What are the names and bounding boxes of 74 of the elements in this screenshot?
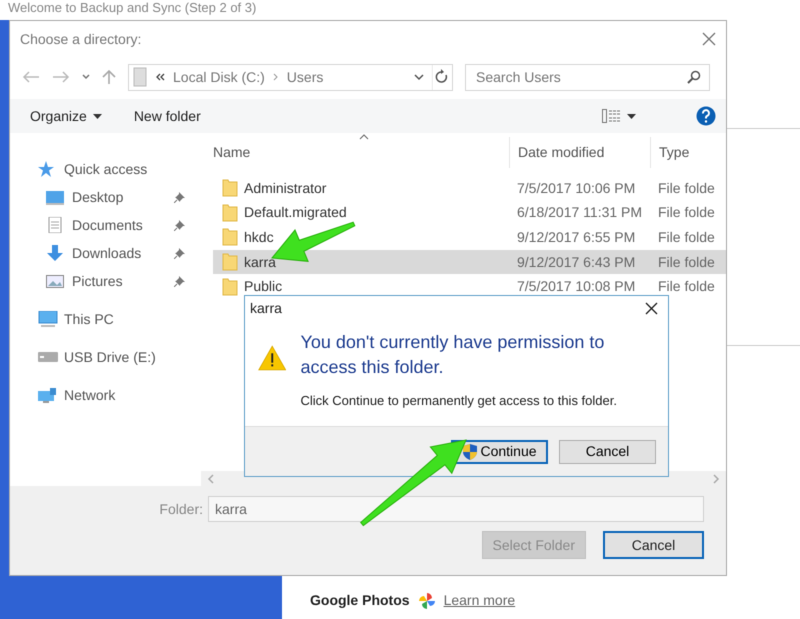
date-cell-text: 9/12/2017 6:55 PM (516, 228, 636, 247)
file-row[interactable]: Administrator 7/5/2017 10:06 PM File folde (213, 176, 726, 201)
organize-menu[interactable]: Organize (30, 106, 102, 126)
folder-icon (222, 278, 238, 296)
nav-item[interactable]: Network (10, 381, 196, 409)
drive-icon (38, 349, 58, 365)
chevron-down-icon[interactable] (414, 74, 424, 80)
file-name: karra (244, 252, 276, 272)
date-cell-text: 6/18/2017 11:31 PM (516, 203, 644, 222)
overflow-chevron-icon[interactable] (155, 73, 165, 81)
field-label: Folder: (159, 500, 203, 518)
file-row[interactable]: Public 7/5/2017 10:08 PM File folde (213, 274, 726, 299)
breadcrumb[interactable]: Local Disk (C:) (173, 66, 265, 88)
picture-icon (46, 273, 66, 289)
dialog-button[interactable]: Cancel (603, 531, 704, 559)
date-cell-text: 7/5/2017 10:08 PM (516, 277, 636, 296)
up-arrow-icon[interactable] (102, 69, 116, 85)
caret-icon (92, 114, 102, 118)
sort-caret-icon (359, 134, 369, 140)
file-name: Public (244, 277, 282, 296)
window-title: Welcome to Backup and Sync (Step 2 of 3) (8, 0, 256, 16)
file-name: hkdc (244, 228, 274, 247)
file-row[interactable]: hkdc 9/12/2017 6:55 PM File folde (213, 225, 726, 250)
permission-message: Click Continue to permanently get access to this folder. (300, 392, 618, 410)
nav-item[interactable]: Desktop (10, 183, 196, 211)
breadcrumb-separator-icon (272, 73, 279, 81)
type-cell-text: File folde (657, 203, 716, 222)
chevron-down-icon[interactable] (82, 74, 90, 80)
dialog-title: karra (250, 298, 282, 318)
permission-heading: You don't currently have permission to access this folder. (300, 331, 606, 379)
search-icon (687, 70, 701, 84)
view-options-icon[interactable] (602, 109, 620, 123)
breadcrumb[interactable]: Users (286, 66, 324, 88)
type-cell-text: File folde (657, 277, 716, 296)
file-name: Administrator (244, 178, 326, 198)
file-row[interactable]: karra 9/12/2017 6:43 PM File folde (213, 250, 726, 274)
nav-item[interactable]: Documents (10, 211, 196, 239)
folder-icon (222, 228, 238, 246)
date-cell-text: 9/12/2017 6:43 PM (516, 252, 636, 272)
monitor-icon (38, 311, 58, 327)
download-arrow-icon (46, 245, 66, 261)
product-name: Google Photos (310, 591, 410, 610)
column-header[interactable]: Type (650, 137, 726, 168)
folder-icon (222, 179, 238, 198)
file-name: Default.migrated (244, 203, 347, 222)
folder-field[interactable]: karra (208, 496, 704, 522)
search-field[interactable]: Search Users (465, 64, 710, 90)
permission-button[interactable]: Continue (451, 440, 548, 464)
help-icon[interactable] (696, 106, 716, 126)
nav-item[interactable]: This PC (10, 305, 196, 333)
close-icon[interactable] (645, 302, 658, 314)
nav-item[interactable]: Downloads (10, 239, 196, 267)
new-folder-button[interactable]: New folder (134, 106, 201, 126)
pinwheel-icon (418, 592, 436, 610)
learn-more-link[interactable]: Learn more (444, 590, 516, 611)
column-header[interactable]: Name (201, 137, 509, 168)
caret-icon[interactable] (627, 114, 636, 118)
permission-button[interactable]: Cancel (559, 440, 656, 464)
shield-icon (462, 442, 478, 460)
dialog-title: Choose a directory: (20, 30, 142, 49)
drive-icon (133, 67, 147, 87)
type-cell-text: File folde (657, 228, 716, 247)
nav-item[interactable]: Pictures (10, 267, 196, 295)
nav-item[interactable]: USB Drive (E:) (10, 343, 196, 371)
nav-item[interactable]: Quick access (10, 155, 196, 183)
date-cell-text: 7/5/2017 10:06 PM (516, 178, 636, 198)
network-icon (38, 387, 58, 403)
type-cell-text: File folde (657, 252, 716, 272)
folder-icon (222, 253, 238, 272)
column-header[interactable]: Date modified (509, 137, 650, 168)
file-row[interactable]: Default.migrated 6/18/2017 11:31 PM File folde (213, 200, 726, 226)
desktop-icon (46, 189, 66, 205)
type-cell-text: File folde (657, 178, 716, 198)
folder-icon (222, 204, 238, 222)
